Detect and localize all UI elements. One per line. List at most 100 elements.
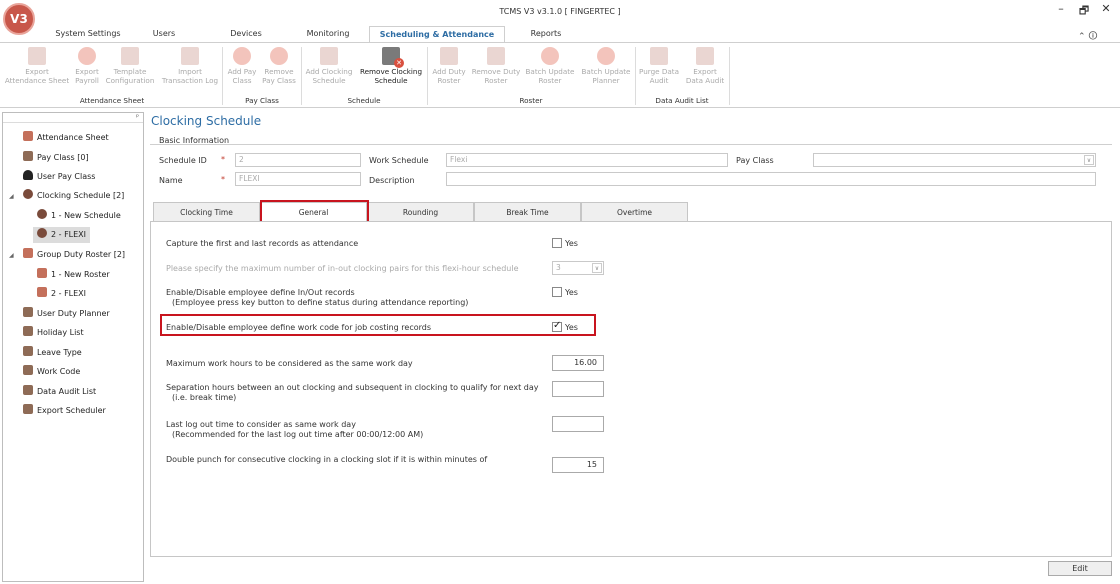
last-logout-field[interactable] [552,416,604,432]
batch-update-planner-button[interactable]: Batch Update Planner [578,47,634,85]
tab-reports[interactable]: Reports [516,26,576,42]
group-schedule: Schedule [347,96,381,105]
tools-icon [121,47,139,65]
subtab-rounding[interactable]: Rounding [367,202,474,221]
ribbon-tabs: System Settings Users Devices Monitoring… [0,26,1120,43]
nav-work-code[interactable]: Work Code [23,364,80,380]
audit-icon [23,385,33,395]
nav-user-pay-class[interactable]: User Pay Class [23,169,95,185]
nav-schedule-1[interactable]: 1 - New Schedule [37,208,121,224]
export-scheduler-icon [23,404,33,414]
schedule-id-label: Schedule ID [159,156,207,165]
tab-scheduling-attendance[interactable]: Scheduling & Attendance [369,26,505,43]
separation-hours-field[interactable] [552,381,604,397]
double-punch-field[interactable]: 15 [552,457,604,473]
roster-icon [37,268,47,278]
minimize-button[interactable]: – [1051,2,1071,15]
restore-button[interactable]: 🗗 [1074,2,1094,21]
import-transaction-log-button[interactable]: Import Transaction Log [160,47,220,85]
purge-data-audit-button[interactable]: Purge Data Audit [636,47,682,85]
app-logo: V3 [3,3,35,35]
close-button[interactable]: ✕ [1096,2,1116,15]
separation-hours-note: (i.e. break time) [172,393,237,402]
max-clocking-pairs-select[interactable]: 3 ∨ [552,261,604,275]
roster-icon [37,287,47,297]
add-duty-roster-button[interactable]: Add Duty Roster [428,47,470,85]
attendance-icon [23,131,33,141]
nav-attendance-sheet[interactable]: Attendance Sheet [23,130,109,146]
pin-icon[interactable]: ᵖ [136,113,139,121]
required-mark: * [221,155,225,164]
tab-system-settings[interactable]: System Settings [48,26,128,42]
name-label: Name [159,176,183,185]
yes-label: Yes [565,288,578,297]
remove-icon [270,47,288,65]
remove-pay-class-button[interactable]: Remove Pay Class [260,47,298,85]
tab-devices[interactable]: Devices [216,26,276,42]
pay-class-label: Pay Class [736,156,774,165]
roster-icon [23,248,33,258]
nav-roster-1[interactable]: 1 - New Roster [37,267,110,283]
description-field[interactable] [446,172,1096,186]
tab-users[interactable]: Users [134,26,194,42]
capture-first-last-checkbox[interactable] [552,238,562,248]
window-title: TCMS V3 v3.1.0 [ FINGERTEC ] [499,7,621,16]
highlight-workcode-option [160,314,596,336]
define-inout-checkbox[interactable] [552,287,562,297]
nav-export-scheduler[interactable]: Export Scheduler [23,403,106,419]
description-label: Description [369,176,415,185]
subtab-break-time[interactable]: Break Time [474,202,581,221]
nav-holiday-list[interactable]: Holiday List [23,325,84,341]
export-attendance-sheet-button[interactable]: Export Attendance Sheet [4,47,70,85]
planner-icon [23,307,33,317]
export-icon [696,47,714,65]
money-bag-icon [23,151,33,161]
pay-class-select[interactable]: ∨ [813,153,1096,167]
last-logout-label: Last log out time to consider as same wo… [166,420,356,429]
max-clocking-pairs-label: Please specify the maximum number of in-… [166,264,519,273]
schedule-remove-icon: ✕ [382,47,404,68]
max-work-hours-field[interactable]: 16.00 [552,355,604,371]
nav-user-duty-planner[interactable]: User Duty Planner [23,306,110,322]
nav-schedule-2[interactable]: 2 - FLEXI [33,227,91,243]
batch-update-roster-button[interactable]: Batch Update Roster [522,47,578,85]
work-code-icon [23,365,33,375]
roster-remove-icon [487,47,505,65]
nav-pay-class[interactable]: Pay Class [0] [23,150,89,166]
schedule-id-field[interactable]: 2 [235,153,361,167]
roster-add-icon [440,47,458,65]
main-content: Clocking Schedule Basic Information Sche… [148,112,1118,582]
edit-button[interactable]: Edit [1048,561,1112,576]
subtab-overtime[interactable]: Overtime [581,202,688,221]
clock-icon [23,189,33,199]
subtab-clocking-time[interactable]: Clocking Time [153,202,260,221]
nav-roster-2[interactable]: 2 - FLEXI [37,286,86,302]
export-payroll-button[interactable]: Export Payroll [72,47,102,85]
plus-icon [233,47,251,65]
broom-icon [650,47,668,65]
add-pay-class-button[interactable]: Add Pay Class [224,47,260,85]
template-configuration-button[interactable]: Template Configuration [103,47,157,85]
export-data-audit-button[interactable]: Export Data Audit [682,47,728,85]
collapse-icon[interactable]: ◢ [9,252,14,259]
refresh-icon [541,47,559,65]
nav-clocking-schedule[interactable]: Clocking Schedule [2] [23,188,124,204]
required-mark: * [221,175,225,184]
log-icon [181,47,199,65]
nav-leave-type[interactable]: Leave Type [23,345,82,361]
remove-duty-roster-button[interactable]: Remove Duty Roster [470,47,522,85]
separation-hours-label: Separation hours between an out clocking… [166,383,539,392]
group-data-audit-list: Data Audit List [655,96,709,105]
collapse-icon[interactable]: ◢ [9,193,14,200]
remove-clocking-schedule-button[interactable]: ✕ Remove Clocking Schedule [356,47,426,85]
nav-data-audit-list[interactable]: Data Audit List [23,384,96,400]
nav-group-duty-roster[interactable]: Group Duty Roster [2] [23,247,125,263]
export-icon [28,47,46,65]
name-field[interactable]: FLEXI [235,172,361,186]
define-inout-note: (Employee press key button to define sta… [172,298,469,307]
add-clocking-schedule-button[interactable]: Add Clocking Schedule [302,47,356,85]
tab-monitoring[interactable]: Monitoring [296,26,360,42]
navigation-panel: ᵖ Attendance Sheet Pay Class [0] User Pa… [2,112,144,582]
general-tab-panel: Capture the first and last records as at… [150,221,1112,557]
work-schedule-field[interactable]: Flexi [446,153,728,167]
